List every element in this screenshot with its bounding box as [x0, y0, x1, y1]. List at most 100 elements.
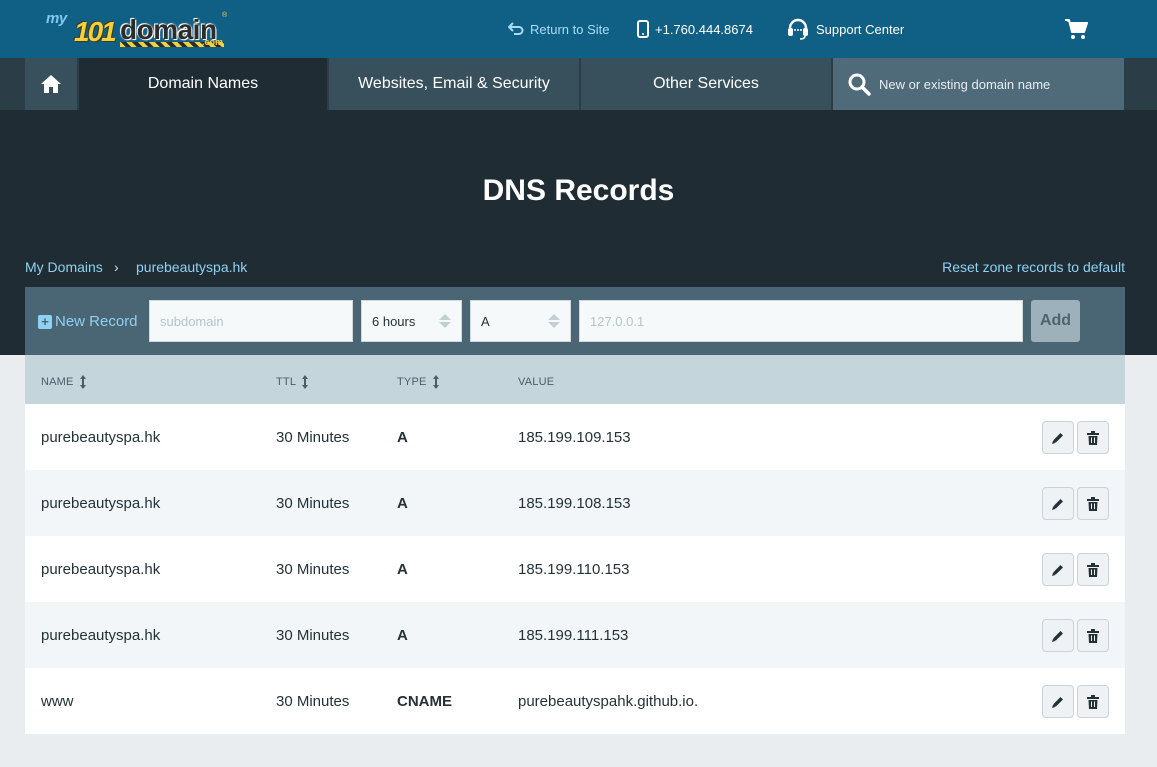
sort-icon	[302, 375, 309, 389]
edit-record-button[interactable]	[1042, 685, 1074, 718]
column-header-value-label: VALUE	[518, 376, 555, 388]
support-center-link[interactable]: Support Center	[786, 17, 904, 41]
pencil-icon	[1052, 630, 1063, 642]
nav-other-services[interactable]: Other Services	[581, 58, 832, 110]
record-ttl: 30 Minutes	[276, 692, 350, 710]
trash-icon	[1087, 694, 1099, 709]
logo-text-my: my	[46, 10, 67, 27]
record-type-select-value: A	[481, 313, 490, 329]
column-header-name-label: NAME	[41, 376, 74, 388]
record-name: purebeautyspa.hk	[41, 560, 161, 578]
select-arrows-icon	[439, 314, 451, 328]
ttl-select-value: 6 hours	[372, 313, 416, 329]
support-center-label: Support Center	[816, 21, 905, 37]
column-header-ttl[interactable]: TTL	[276, 375, 309, 389]
ttl-select[interactable]: 6 hours	[361, 300, 462, 342]
pencil-icon	[1052, 498, 1063, 510]
record-value: purebeautyspahk.github.io.	[518, 692, 699, 710]
domain-search	[833, 58, 1125, 110]
nav-domain-names[interactable]: Domain Names	[79, 58, 328, 110]
sort-icon	[79, 375, 86, 389]
headset-icon	[788, 18, 808, 40]
home-icon	[41, 75, 61, 93]
nav-websites-email-security[interactable]: Websites, Email & Security	[329, 58, 580, 110]
plus-icon: +	[38, 314, 52, 329]
delete-record-button[interactable]	[1077, 619, 1109, 652]
logo-text-number: 101	[74, 16, 117, 47]
brand-logo[interactable]: my 101 domain .com ®	[44, 10, 234, 48]
return-icon	[508, 22, 524, 35]
trash-icon	[1087, 496, 1099, 511]
trash-icon	[1087, 628, 1099, 643]
record-ttl: 30 Minutes	[276, 428, 350, 446]
new-record-label: + New Record	[38, 313, 138, 330]
trash-icon	[1087, 562, 1099, 577]
phone-link[interactable]: +1.760.444.8674	[637, 20, 753, 38]
nav-home[interactable]	[25, 58, 78, 110]
table-row: www 30 Minutes CNAME purebeautyspahk.git…	[25, 668, 1125, 734]
record-type: A	[397, 560, 408, 578]
record-type: A	[397, 626, 408, 644]
column-header-type-label: TYPE	[397, 376, 427, 388]
edit-record-button[interactable]	[1042, 553, 1074, 586]
record-name: www	[41, 692, 74, 710]
record-type: CNAME	[397, 692, 452, 710]
table-row: purebeautyspa.hk 30 Minutes A 185.199.11…	[25, 536, 1125, 602]
edit-record-button[interactable]	[1042, 421, 1074, 454]
pencil-icon	[1052, 696, 1063, 708]
reset-zone-records-link[interactable]: Reset zone records to default	[942, 259, 1125, 275]
record-value: 185.199.108.153	[518, 494, 631, 512]
record-name: purebeautyspa.hk	[41, 428, 161, 446]
record-value: 185.199.111.153	[518, 626, 629, 644]
subdomain-input[interactable]	[149, 300, 353, 342]
search-icon[interactable]	[847, 72, 871, 96]
record-ttl: 30 Minutes	[276, 560, 350, 578]
breadcrumb-my-domains[interactable]: My Domains	[25, 259, 103, 275]
logo-registered-mark: ®	[222, 12, 228, 19]
records-table-header: NAME TTL TYPE VALUE	[25, 355, 1125, 404]
return-to-site-link[interactable]: Return to Site	[508, 20, 610, 38]
column-header-name[interactable]: NAME	[41, 375, 86, 389]
top-bar: my 101 domain .com ® Return to Site +1.7…	[0, 0, 1157, 58]
delete-record-button[interactable]	[1077, 421, 1109, 454]
record-value: 185.199.109.153	[518, 428, 631, 446]
return-to-site-label: Return to Site	[530, 21, 610, 37]
record-type: A	[397, 428, 408, 446]
record-value-input[interactable]	[579, 300, 1023, 342]
delete-record-button[interactable]	[1077, 487, 1109, 520]
table-row: purebeautyspa.hk 30 Minutes A 185.199.10…	[25, 470, 1125, 536]
record-ttl: 30 Minutes	[276, 626, 350, 644]
new-record-text: New Record	[55, 313, 138, 330]
sort-icon	[432, 375, 439, 389]
logo-text-com: .com	[202, 37, 224, 47]
table-row: purebeautyspa.hk 30 Minutes A 185.199.10…	[25, 404, 1125, 470]
record-value: 185.199.110.153	[518, 560, 630, 578]
record-ttl: 30 Minutes	[276, 494, 350, 512]
pencil-icon	[1052, 432, 1063, 444]
record-name: purebeautyspa.hk	[41, 626, 161, 644]
delete-record-button[interactable]	[1077, 685, 1109, 718]
record-type-select[interactable]: A	[470, 300, 571, 342]
breadcrumb-separator: ›	[114, 259, 119, 275]
column-header-ttl-label: TTL	[276, 376, 297, 388]
delete-record-button[interactable]	[1077, 553, 1109, 586]
breadcrumb-current-domain[interactable]: purebeautyspa.hk	[136, 259, 247, 275]
edit-record-button[interactable]	[1042, 619, 1074, 652]
cart-icon[interactable]	[1064, 18, 1088, 40]
trash-icon	[1087, 430, 1099, 445]
new-record-bar: + New Record 6 hours A Add	[25, 287, 1125, 355]
add-record-button[interactable]: Add	[1031, 300, 1080, 342]
record-name: purebeautyspa.hk	[41, 494, 161, 512]
domain-search-input[interactable]	[879, 76, 1109, 92]
column-header-value: VALUE	[518, 376, 554, 388]
pencil-icon	[1052, 564, 1063, 576]
page-title: DNS Records	[482, 174, 675, 207]
column-header-type[interactable]: TYPE	[397, 375, 439, 389]
record-type: A	[397, 494, 408, 512]
table-row: purebeautyspa.hk 30 Minutes A 185.199.11…	[25, 602, 1125, 668]
select-arrows-icon	[548, 314, 560, 328]
phone-icon	[637, 20, 649, 38]
edit-record-button[interactable]	[1042, 487, 1074, 520]
main-nav: Domain Names Websites, Email & Security …	[0, 58, 1157, 110]
phone-label: +1.760.444.8674	[655, 21, 753, 37]
